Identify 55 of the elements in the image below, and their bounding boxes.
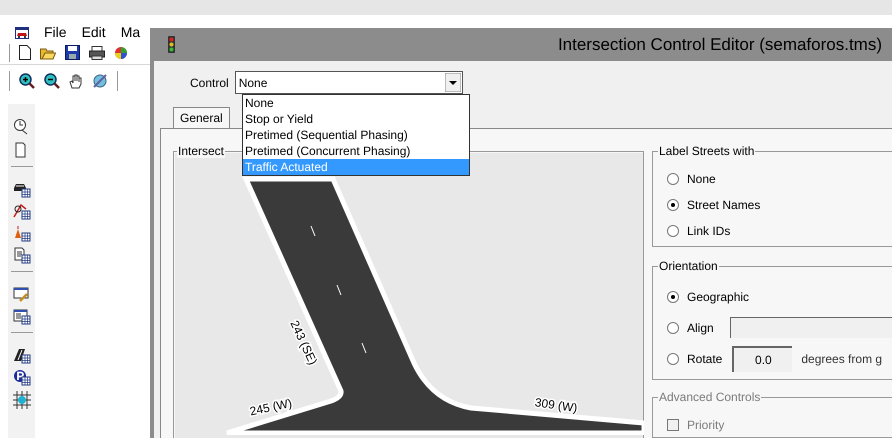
hand-icon[interactable] <box>69 74 83 88</box>
open-folder-icon[interactable] <box>40 46 56 60</box>
car-window-icon[interactable] <box>15 26 29 38</box>
radio-label: Street Names <box>687 197 760 214</box>
traffic-light-icon <box>168 36 175 53</box>
dropdown-option[interactable]: Stop or Yield <box>243 111 469 127</box>
menu-item[interactable]: Ma <box>120 22 140 43</box>
zoom-in-icon[interactable] <box>19 73 35 89</box>
group-title: Label Streets with <box>658 144 756 158</box>
street-label: 309 (W) <box>534 395 578 416</box>
map-table-icon[interactable] <box>12 203 30 221</box>
dropdown-option[interactable]: None <box>243 95 469 111</box>
printer-icon[interactable] <box>89 46 105 60</box>
group-title: Intersect <box>177 144 226 158</box>
align-field[interactable] <box>730 317 892 338</box>
color-wheel-icon[interactable] <box>114 46 128 60</box>
control-label: Control <box>190 74 229 92</box>
radio-label: None <box>687 171 716 188</box>
dropdown-arrow-icon[interactable] <box>444 73 461 92</box>
radio-button[interactable] <box>667 199 679 211</box>
grid-icon[interactable] <box>12 391 30 409</box>
save-icon[interactable] <box>65 45 80 60</box>
radio-button[interactable] <box>667 173 679 185</box>
wrench-window-icon[interactable] <box>12 286 30 304</box>
radio-label: Geographic <box>687 288 750 306</box>
radio-label: Link IDs <box>687 223 730 240</box>
street-label: 245 (W) <box>248 396 294 418</box>
radio-button[interactable] <box>667 322 679 334</box>
cone-table-icon[interactable] <box>12 225 30 243</box>
menu-item[interactable]: Edit <box>82 22 106 43</box>
globe-icon[interactable] <box>92 73 108 89</box>
unit-label: degrees from g <box>801 350 882 368</box>
checkbox-label: Priority <box>687 417 724 434</box>
radio-button[interactable] <box>667 225 679 237</box>
radio-button[interactable] <box>667 352 679 364</box>
road-table-icon[interactable] <box>12 347 30 365</box>
radio-button[interactable] <box>667 290 679 302</box>
rotate-field[interactable]: 0.0 <box>732 346 792 372</box>
new-file-icon[interactable] <box>19 45 31 60</box>
group-title: Advanced Controls <box>658 390 762 404</box>
car-table-icon[interactable] <box>12 181 30 199</box>
document-table-icon[interactable] <box>12 247 30 265</box>
window-title: Intersection Control Editor (semaforos.tms) <box>558 34 882 56</box>
menu-item[interactable]: File <box>44 22 67 43</box>
radio-label: Align <box>687 320 714 336</box>
dropdown-option[interactable]: Pretimed (Sequential Phasing) <box>243 127 469 143</box>
parking-icon[interactable] <box>12 369 30 387</box>
control-dropdown[interactable]: None <box>234 71 463 94</box>
window-table-icon[interactable] <box>12 308 30 326</box>
dropdown-option[interactable]: Pretimed (Concurrent Phasing) <box>243 143 469 159</box>
group-title: Orientation <box>658 259 719 273</box>
street-label: 243 (SE) <box>287 318 320 368</box>
zoom-out-icon[interactable] <box>44 73 60 89</box>
radio-label: Rotate <box>687 350 722 368</box>
tab[interactable]: General <box>173 107 230 128</box>
